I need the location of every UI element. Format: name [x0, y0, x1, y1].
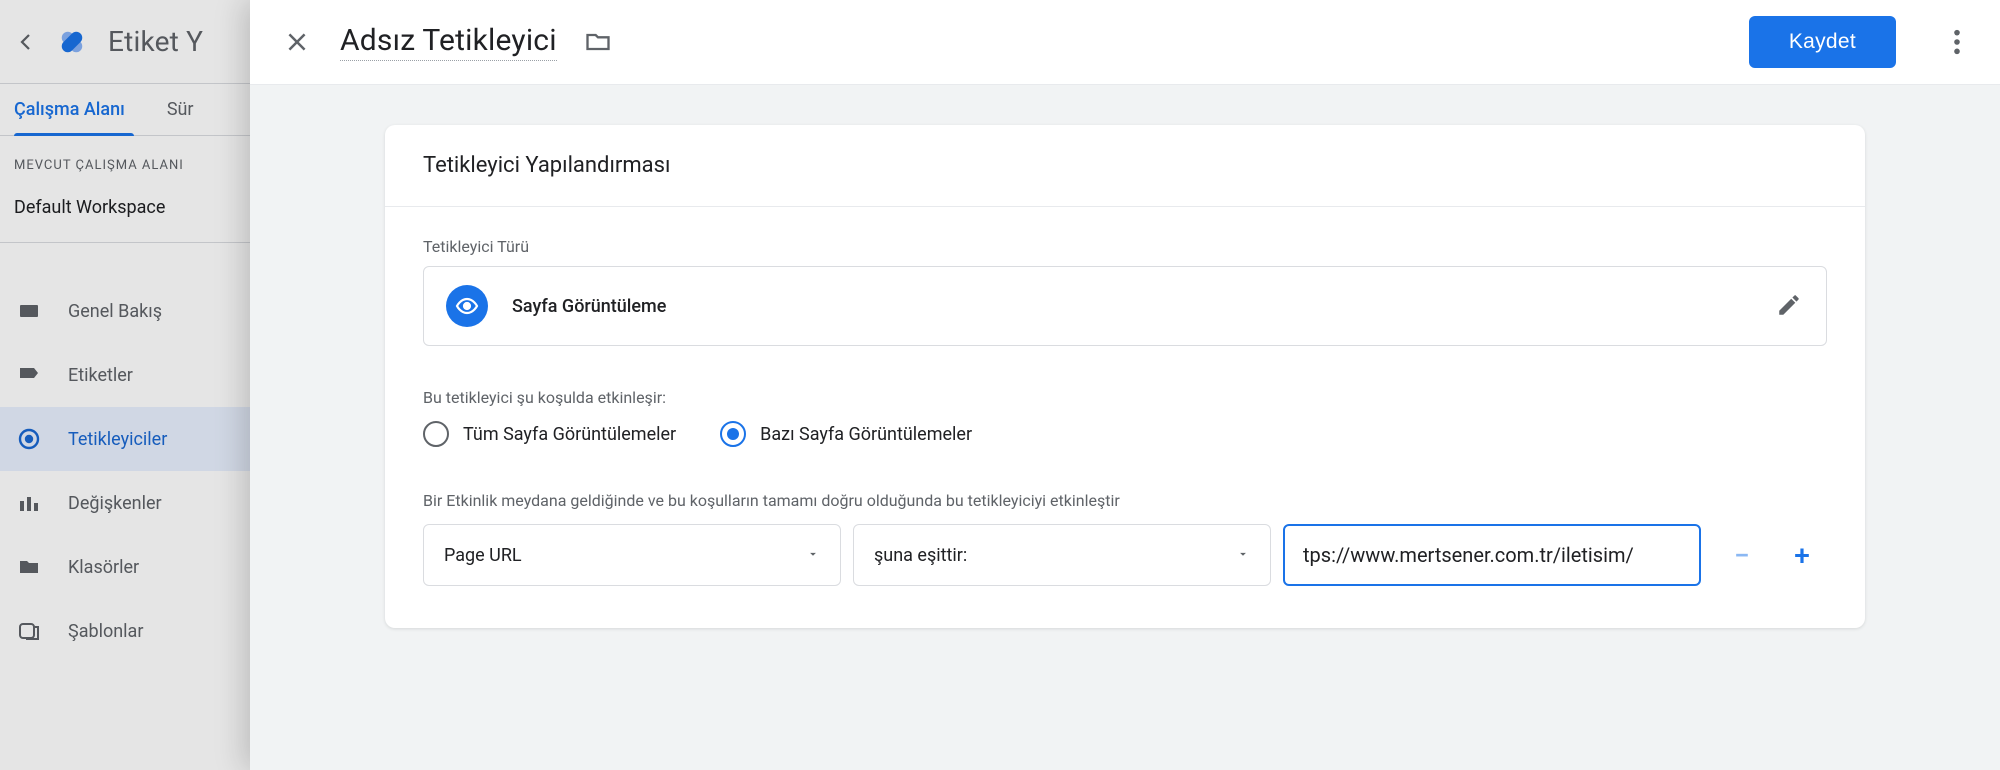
- fires-on-radios: Tüm Sayfa Görüntülemeler Bazı Sayfa Görü…: [423, 421, 1827, 447]
- fires-on-label: Bu tetikleyici şu koşulda etkinleşir:: [423, 388, 1827, 407]
- condition-value-input[interactable]: [1283, 524, 1701, 586]
- template-icon: [16, 618, 42, 644]
- radio-some-pageviews[interactable]: Bazı Sayfa Görüntülemeler: [720, 421, 972, 447]
- gtm-logo-icon: [50, 20, 94, 64]
- edit-icon[interactable]: [1776, 292, 1804, 320]
- panel-header: Adsız Tetikleyici Kaydet: [250, 0, 2000, 84]
- trigger-config-card: Tetikleyici Yapılandırması Tetikleyici T…: [385, 125, 1865, 628]
- radio-icon: [423, 421, 449, 447]
- pageview-icon: [446, 285, 488, 327]
- radio-label: Bazı Sayfa Görüntülemeler: [760, 424, 972, 445]
- select-value: Page URL: [444, 545, 522, 566]
- trigger-type-label: Tetikleyici Türü: [423, 237, 1827, 256]
- folder-button[interactable]: [579, 23, 617, 61]
- sidebar-item-label: Değişkenler: [68, 493, 162, 514]
- trigger-type-selector[interactable]: Sayfa Görüntüleme: [423, 266, 1827, 346]
- radio-all-pageviews[interactable]: Tüm Sayfa Görüntülemeler: [423, 421, 676, 447]
- radio-label: Tüm Sayfa Görüntülemeler: [463, 424, 676, 445]
- variable-icon: [16, 490, 42, 516]
- condition-row: Page URL şuna eşittir: − +: [423, 524, 1827, 586]
- sidebar-item-label: Klasörler: [68, 557, 139, 578]
- trigger-icon: [16, 426, 42, 452]
- dashboard-icon: [16, 298, 42, 324]
- sidebar-item-label: Genel Bakış: [68, 301, 162, 322]
- radio-icon: [720, 421, 746, 447]
- tab-workspace[interactable]: Çalışma Alanı: [14, 84, 125, 135]
- trigger-type-name: Sayfa Görüntüleme: [512, 296, 1752, 317]
- folder-icon: [16, 554, 42, 580]
- remove-condition-button[interactable]: −: [1723, 536, 1761, 574]
- sidebar-item-label: Tetikleyiciler: [68, 429, 167, 450]
- back-arrow-icon[interactable]: [6, 22, 46, 62]
- bg-page-title: Etiket Y: [108, 25, 203, 58]
- trigger-editor-panel: Adsız Tetikleyici Kaydet Tetikleyici Yap…: [250, 0, 2000, 770]
- card-heading: Tetikleyici Yapılandırması: [385, 125, 1865, 207]
- condition-operator-select[interactable]: şuna eşittir:: [853, 524, 1271, 586]
- close-button[interactable]: [276, 21, 318, 63]
- chevron-down-icon: [806, 545, 820, 566]
- condition-variable-select[interactable]: Page URL: [423, 524, 841, 586]
- add-condition-button[interactable]: +: [1783, 536, 1821, 574]
- tag-icon: [16, 362, 42, 388]
- panel-title[interactable]: Adsız Tetikleyici: [340, 23, 557, 61]
- condition-help-text: Bir Etkinlik meydana geldiğinde ve bu ko…: [423, 491, 1827, 510]
- select-value: şuna eşittir:: [874, 545, 967, 566]
- tab-versions[interactable]: Sür: [167, 84, 194, 135]
- chevron-down-icon: [1236, 545, 1250, 566]
- save-button[interactable]: Kaydet: [1749, 16, 1896, 68]
- more-menu-button[interactable]: [1936, 21, 1978, 63]
- sidebar-item-label: Etiketler: [68, 365, 133, 386]
- sidebar-item-label: Şablonlar: [68, 621, 143, 642]
- panel-body: Tetikleyici Yapılandırması Tetikleyici T…: [250, 84, 2000, 770]
